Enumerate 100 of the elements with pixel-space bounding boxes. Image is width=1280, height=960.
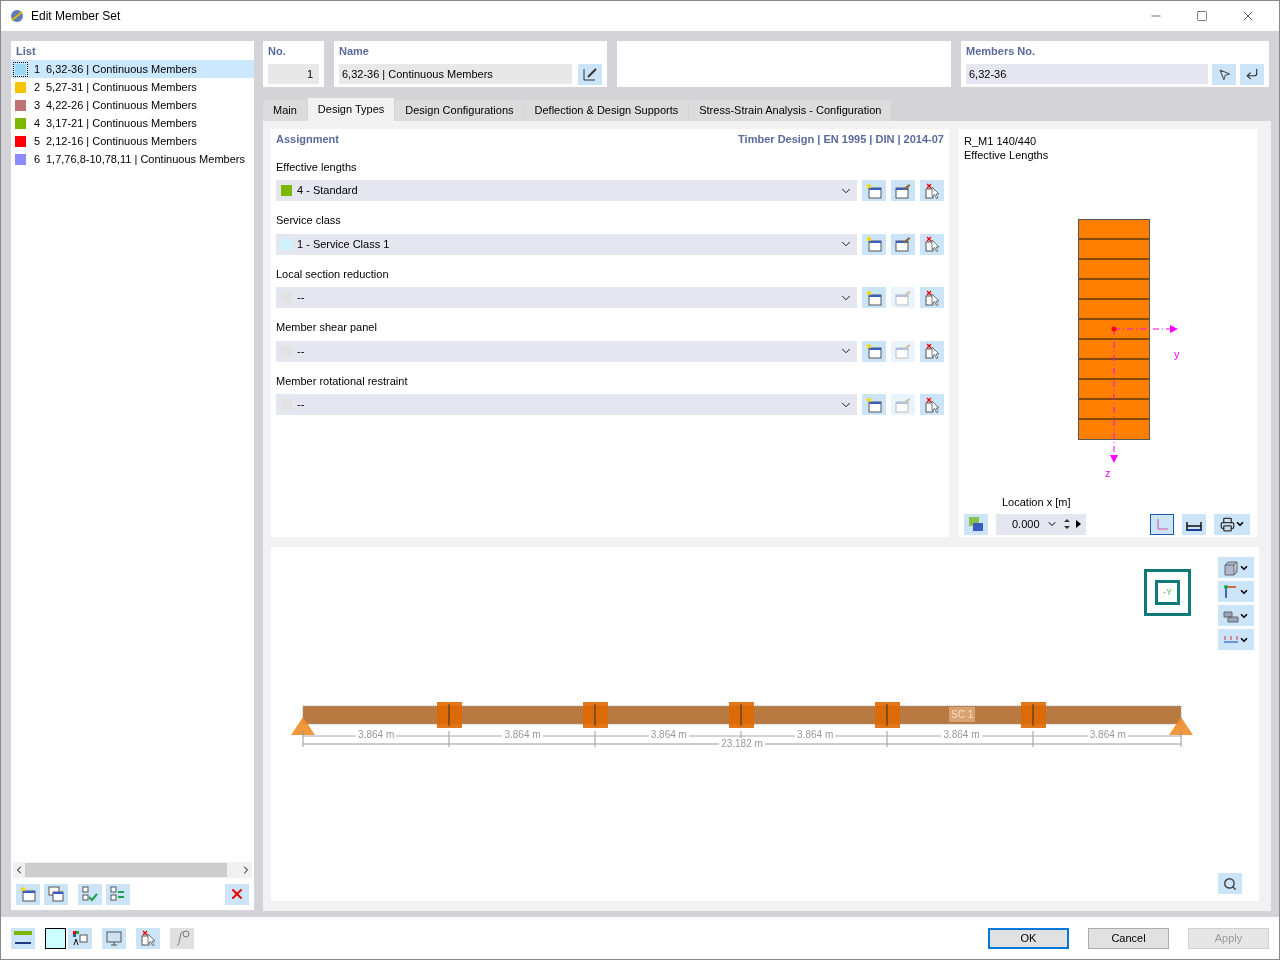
render-button[interactable] <box>964 513 988 535</box>
members-field[interactable]: 6,32-36 <box>966 63 1208 84</box>
print-button[interactable] <box>1214 513 1250 535</box>
span-length: 3.864 m <box>1087 729 1128 741</box>
toggle-check-button[interactable] <box>106 883 130 905</box>
check-all-button[interactable] <box>78 883 102 905</box>
span-length: 3.864 m <box>795 729 836 741</box>
dropdown[interactable]: -- <box>276 340 858 362</box>
axis-button[interactable] <box>1218 581 1254 602</box>
list-item-number: 6 <box>34 151 42 167</box>
field-label: Local section reduction <box>276 266 390 282</box>
tab[interactable]: Main <box>263 100 307 121</box>
document-cursor-icon <box>924 236 941 252</box>
numbering-button[interactable] <box>1218 629 1254 650</box>
list-item[interactable]: 6 1,7,76,8-10,78,11 | Continuous Members <box>11 150 254 168</box>
dialog-button[interactable]: Cancel <box>1088 927 1169 949</box>
tab[interactable]: Stress-Strain Analysis - Configuration <box>689 100 892 121</box>
edit-name-button[interactable] <box>578 63 602 85</box>
number-field[interactable]: 1 <box>268 63 319 84</box>
axes-button[interactable] <box>1150 513 1174 535</box>
axes-icon <box>1155 517 1169 531</box>
name-field[interactable]: 6,32-36 | Continuous Members <box>339 63 572 84</box>
tab[interactable]: Deflection & Design Supports <box>524 100 689 121</box>
remove-button[interactable] <box>920 180 944 201</box>
dimension-button[interactable] <box>1182 513 1206 535</box>
ruler-icon <box>14 931 32 945</box>
list-item[interactable]: 2 5,27-31 | Continuous Members <box>11 78 254 96</box>
zoom-reset-button[interactable] <box>1218 873 1242 894</box>
pick-members-button[interactable] <box>1212 63 1236 85</box>
edit-button[interactable] <box>891 180 916 201</box>
axes-icon <box>1223 583 1239 600</box>
new-window-icon <box>866 396 883 413</box>
delete-icon <box>229 886 245 902</box>
legend-button[interactable] <box>68 927 92 949</box>
dialog-button[interactable]: OK <box>988 927 1069 949</box>
location-spinner[interactable]: 0.000 <box>996 513 1086 535</box>
span-length: 3.864 m <box>502 729 543 741</box>
list-item[interactable]: 3 4,22-26 | Continuous Members <box>11 96 254 114</box>
view-button[interactable] <box>1218 557 1254 578</box>
dropdown-value: -- <box>297 397 306 413</box>
name-label: Name <box>339 44 370 59</box>
new-button[interactable] <box>862 340 887 362</box>
list-item[interactable]: 5 2,12-16 | Continuous Members <box>11 132 254 150</box>
new-window-icon <box>866 289 883 306</box>
display-button[interactable] <box>1218 605 1254 626</box>
dropdown[interactable]: -- <box>276 394 858 415</box>
list-item-text: 2,12-16 | Continuous Members <box>46 133 197 149</box>
spin-arrows-icon <box>1063 518 1070 530</box>
list-item-text: 5,27-31 | Continuous Members <box>46 79 197 95</box>
units-button[interactable] <box>11 927 35 949</box>
new-window-icon <box>866 236 883 252</box>
copy-button[interactable] <box>44 883 68 905</box>
field-label: Service class <box>276 213 342 228</box>
color-button[interactable] <box>45 927 66 949</box>
document-cursor-icon <box>924 343 941 359</box>
view-label: -Y <box>1163 585 1172 599</box>
section-subtitle: Effective Lengths <box>964 148 1050 162</box>
new-button[interactable] <box>862 233 887 255</box>
cursor-icon <box>1217 67 1231 81</box>
number-label: No. <box>268 44 287 59</box>
new-button[interactable] <box>862 180 887 201</box>
section-name: R_M1 140/440 <box>964 134 1038 148</box>
tab[interactable]: Design Configurations <box>395 100 524 121</box>
select-button[interactable] <box>136 927 160 949</box>
document-cursor-icon <box>924 396 941 413</box>
window-edit-icon <box>895 343 912 359</box>
total-length: 23.182 m <box>719 738 765 750</box>
window-edit-icon <box>895 236 912 252</box>
remove-button[interactable] <box>920 394 944 415</box>
new-window-icon <box>20 886 36 902</box>
numbering-icon <box>1223 633 1239 646</box>
design-standard: Timber Design | EN 1995 | DIN | 2014-07 <box>738 132 944 147</box>
cube-icon <box>1223 559 1239 576</box>
remove-button[interactable] <box>920 233 944 255</box>
document-cursor-icon <box>924 289 941 306</box>
tab[interactable]: Design Types <box>307 98 395 121</box>
remove-button[interactable] <box>920 340 944 362</box>
new-button[interactable] <box>16 883 40 905</box>
dropdown[interactable]: 1 - Service Class 1 <box>276 233 858 255</box>
list-item[interactable]: 4 3,17-21 | Continuous Members <box>11 114 254 132</box>
dropdown[interactable]: -- <box>276 287 858 308</box>
formula-button[interactable] <box>170 927 194 949</box>
delete-button[interactable] <box>225 883 249 905</box>
edit-button[interactable] <box>891 233 916 255</box>
new-button[interactable] <box>862 287 887 308</box>
dropdown[interactable]: 4 - Standard <box>276 180 858 201</box>
dropdown-value: -- <box>297 343 306 359</box>
remove-button[interactable] <box>920 287 944 308</box>
scrollbar-thumb[interactable] <box>25 863 227 877</box>
display-settings-button[interactable] <box>102 927 126 949</box>
return-button[interactable] <box>1240 63 1264 85</box>
new-window-icon <box>866 343 883 359</box>
list-item[interactable]: 1 6,32-36 | Continuous Members <box>11 60 254 78</box>
printer-icon <box>1219 516 1235 532</box>
copy-window-icon <box>48 886 64 902</box>
play-arrow-icon <box>1075 520 1081 528</box>
color-legend-icon <box>72 930 88 946</box>
dropdown-value: -- <box>297 290 306 306</box>
new-button[interactable] <box>862 394 887 415</box>
return-arrow-icon <box>1245 67 1259 81</box>
